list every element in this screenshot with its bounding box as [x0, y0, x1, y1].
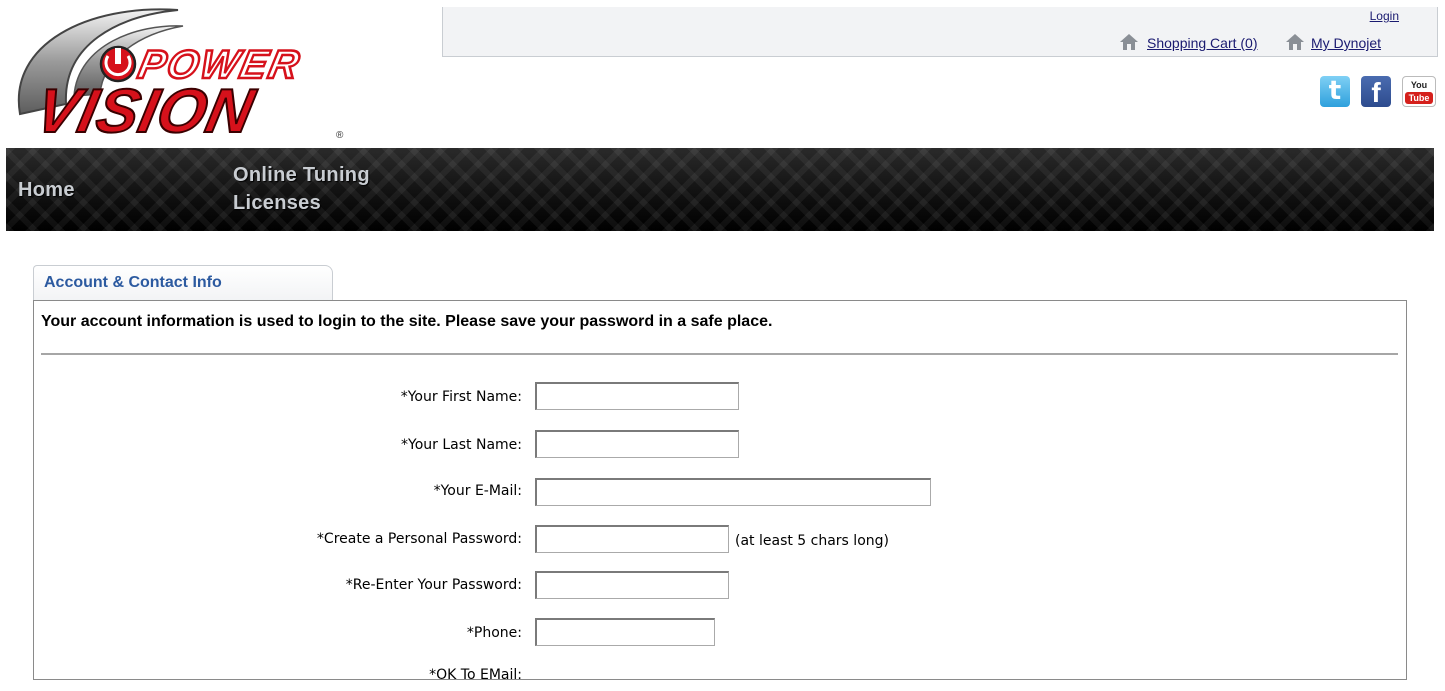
ok-to-email-label: *OK To EMail:: [429, 667, 522, 683]
password-row: *Create a Personal Password:: [34, 525, 522, 555]
my-dynojet-link[interactable]: My Dynojet: [1311, 35, 1381, 51]
top-utility-bar: Login Shopping Cart (0) My Dynojet: [442, 7, 1438, 57]
power-vision-logo[interactable]: POWER VISION ®: [8, 4, 378, 144]
facebook-glyph: f: [1371, 77, 1381, 108]
twitter-glyph: t: [1328, 76, 1342, 106]
last-name-label: *Your Last Name:: [401, 437, 522, 453]
form-intro-text: Your account information is used to logi…: [41, 313, 773, 330]
password-label: *Create a Personal Password:: [316, 531, 522, 547]
tab-account-contact-info[interactable]: Account & Contact Info: [33, 265, 333, 301]
email-label: *Your E-Mail:: [433, 483, 522, 499]
nav-home[interactable]: Home: [18, 176, 75, 204]
login-link[interactable]: Login: [1370, 9, 1399, 23]
youtube-bottom-text: Tube: [1405, 92, 1433, 104]
last-name-row: *Your Last Name:: [34, 431, 522, 461]
password-hint: (at least 5 chars long): [735, 533, 889, 549]
email-row: *Your E-Mail:: [34, 477, 522, 507]
last-name-input[interactable]: [535, 430, 739, 458]
home-icon: [1120, 34, 1138, 50]
reenter-password-row: *Re-Enter Your Password:: [34, 571, 522, 601]
registered-mark: ®: [336, 130, 344, 141]
twitter-icon[interactable]: t: [1320, 76, 1350, 107]
password-input[interactable]: [535, 525, 729, 553]
first-name-label: *Your First Name:: [400, 389, 522, 405]
shopping-cart-link[interactable]: Shopping Cart (0): [1147, 35, 1258, 51]
account-form-panel: Your account information is used to logi…: [33, 300, 1407, 683]
reenter-password-input[interactable]: [535, 571, 729, 599]
logo-bottom-text: VISION: [30, 77, 262, 144]
youtube-icon[interactable]: You Tube: [1402, 76, 1436, 107]
main-nav-bar: Home Online Tuning Licenses: [6, 148, 1434, 231]
reenter-password-label: *Re-Enter Your Password:: [345, 577, 522, 593]
first-name-input[interactable]: [535, 382, 739, 410]
email-input[interactable]: [535, 478, 931, 506]
youtube-top-text: You: [1410, 80, 1428, 90]
home-icon: [1286, 34, 1304, 50]
first-name-row: *Your First Name:: [34, 383, 522, 413]
facebook-icon[interactable]: f: [1361, 76, 1391, 108]
divider: [41, 353, 1398, 355]
ok-to-email-row: *OK To EMail:: [34, 661, 522, 691]
phone-row: *Phone:: [34, 619, 522, 649]
nav-online-tuning-licenses[interactable]: Online Tuning Licenses: [233, 161, 413, 217]
phone-input[interactable]: [535, 618, 715, 646]
phone-label: *Phone:: [466, 625, 522, 641]
